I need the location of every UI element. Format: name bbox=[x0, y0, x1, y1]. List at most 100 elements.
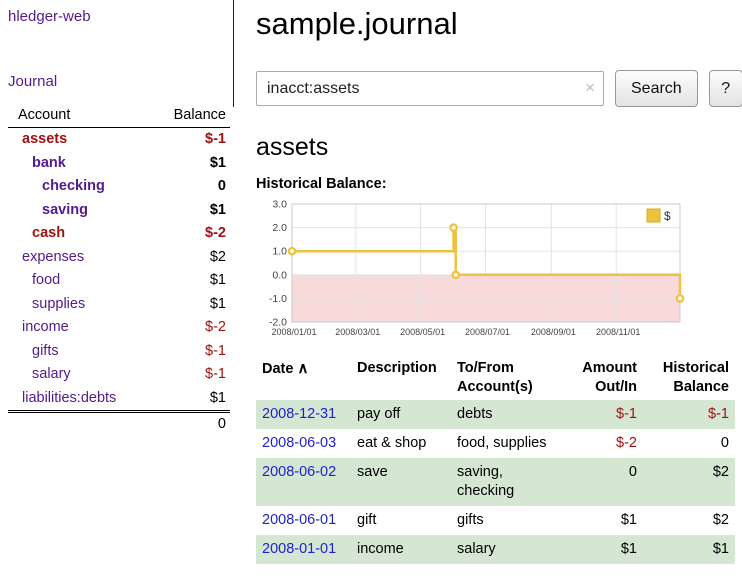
svg-text:2008/07/01: 2008/07/01 bbox=[465, 327, 510, 337]
account-row: food $1 bbox=[8, 269, 230, 293]
transaction-balance: $1 bbox=[643, 535, 735, 564]
transaction-description: gift bbox=[351, 506, 451, 535]
column-header-balance: Historical Balance bbox=[643, 356, 735, 400]
svg-text:0.0: 0.0 bbox=[272, 269, 287, 281]
account-link-liabilities-debts[interactable]: liabilities:debts bbox=[12, 389, 116, 409]
transaction-description: pay off bbox=[351, 400, 451, 429]
search-input[interactable] bbox=[256, 71, 604, 106]
transactions-header-row: Date ∧ Description To/From Account(s) Am… bbox=[256, 356, 735, 400]
transaction-accounts: debts bbox=[451, 400, 563, 429]
transaction-accounts: gifts bbox=[451, 506, 563, 535]
transaction-date-link[interactable]: 2008-06-03 bbox=[262, 435, 336, 451]
help-button[interactable]: ? bbox=[709, 70, 742, 107]
transaction-amount: $-2 bbox=[563, 429, 643, 458]
transaction-date-link[interactable]: 2008-01-01 bbox=[262, 541, 336, 557]
svg-text:1.0: 1.0 bbox=[272, 246, 287, 258]
svg-text:2008/11/01: 2008/11/01 bbox=[596, 327, 640, 337]
svg-text:$: $ bbox=[664, 209, 671, 223]
account-heading: assets bbox=[256, 133, 742, 162]
account-row: income $-2 bbox=[8, 316, 230, 340]
account-row: assets $-1 bbox=[8, 128, 230, 152]
page-title: sample.journal bbox=[256, 6, 742, 42]
account-link-bank[interactable]: bank bbox=[12, 154, 66, 174]
main-content: sample.journal × Search ? assets Histori… bbox=[240, 0, 742, 564]
total-balance: 0 bbox=[218, 416, 226, 432]
account-balance: $1 bbox=[210, 271, 226, 291]
svg-text:2008/01/01: 2008/01/01 bbox=[271, 327, 316, 337]
svg-text:-1.0: -1.0 bbox=[269, 293, 287, 305]
transaction-amount: 0 bbox=[563, 458, 643, 506]
account-link-expenses[interactable]: expenses bbox=[12, 248, 84, 268]
account-link-assets[interactable]: assets bbox=[12, 130, 67, 150]
svg-text:3.0: 3.0 bbox=[272, 199, 287, 211]
transaction-row: 2008-12-31 pay off debts $-1 $-1 bbox=[256, 400, 735, 429]
account-balance: 0 bbox=[218, 177, 226, 197]
chart-title: Historical Balance: bbox=[256, 176, 742, 192]
account-link-saving[interactable]: saving bbox=[12, 201, 88, 221]
account-link-checking[interactable]: checking bbox=[12, 177, 105, 197]
total-row: 0 bbox=[8, 410, 230, 435]
account-row: cash $-2 bbox=[8, 222, 230, 246]
clear-search-icon[interactable]: × bbox=[585, 78, 595, 98]
transactions-table: Date ∧ Description To/From Account(s) Am… bbox=[256, 356, 735, 564]
transaction-row: 2008-06-02 save saving, checking 0 $2 bbox=[256, 458, 735, 506]
account-row: liabilities:debts $1 bbox=[8, 387, 230, 411]
search-box: × bbox=[256, 71, 604, 106]
account-table-header: Account Balance bbox=[8, 104, 230, 128]
account-balance: $-2 bbox=[205, 318, 226, 338]
transaction-balance: $-1 bbox=[643, 400, 735, 429]
account-column-header: Account bbox=[18, 107, 70, 123]
date-header-label: Date bbox=[262, 361, 293, 377]
account-link-cash[interactable]: cash bbox=[12, 224, 65, 244]
sidebar-divider bbox=[233, 0, 234, 107]
svg-text:2008/09/01: 2008/09/01 bbox=[531, 327, 576, 337]
account-link-salary[interactable]: salary bbox=[12, 365, 71, 385]
account-balance: $-1 bbox=[205, 130, 226, 150]
transaction-row: 2008-01-01 income salary $1 $1 bbox=[256, 535, 735, 564]
account-balance: $1 bbox=[210, 201, 226, 221]
column-header-date[interactable]: Date ∧ bbox=[256, 356, 351, 400]
historical-balance-chart: 3.02.01.00.0-1.0-2.02008/01/012008/03/01… bbox=[256, 196, 686, 344]
account-balance-table: Account Balance assets $-1 bank $1 check… bbox=[8, 104, 230, 435]
account-row: gifts $-1 bbox=[8, 340, 230, 364]
transaction-balance: $2 bbox=[643, 458, 735, 506]
balance-column-header: Balance bbox=[174, 107, 226, 123]
search-form: × Search ? bbox=[256, 70, 742, 107]
sidebar: hledger-web Journal Account Balance asse… bbox=[0, 0, 240, 564]
account-row: bank $1 bbox=[8, 152, 230, 176]
column-header-amount: Amount Out/In bbox=[563, 356, 643, 400]
account-link-supplies[interactable]: supplies bbox=[12, 295, 85, 315]
column-header-accounts: To/From Account(s) bbox=[451, 356, 563, 400]
sort-asc-icon: ∧ bbox=[297, 360, 308, 377]
transaction-date-link[interactable]: 2008-06-02 bbox=[262, 464, 336, 480]
transaction-date-link[interactable]: 2008-12-31 bbox=[262, 406, 336, 422]
account-link-income[interactable]: income bbox=[12, 318, 69, 338]
account-link-gifts[interactable]: gifts bbox=[12, 342, 59, 362]
transaction-accounts: food, supplies bbox=[451, 429, 563, 458]
account-balance: $2 bbox=[210, 248, 226, 268]
transaction-balance: 0 bbox=[643, 429, 735, 458]
sidebar-item-journal[interactable]: Journal bbox=[8, 73, 57, 90]
transaction-description: eat & shop bbox=[351, 429, 451, 458]
transaction-date-link[interactable]: 2008-06-01 bbox=[262, 512, 336, 528]
column-header-description: Description bbox=[351, 356, 451, 400]
account-balance: $-1 bbox=[205, 365, 226, 385]
app-title-link[interactable]: hledger-web bbox=[8, 8, 91, 25]
transaction-description: income bbox=[351, 535, 451, 564]
account-row: salary $-1 bbox=[8, 363, 230, 387]
transaction-row: 2008-06-03 eat & shop food, supplies $-2… bbox=[256, 429, 735, 458]
account-balance: $-2 bbox=[205, 224, 226, 244]
account-balance: $1 bbox=[210, 389, 226, 409]
svg-text:2008/03/01: 2008/03/01 bbox=[335, 327, 380, 337]
svg-text:2.0: 2.0 bbox=[272, 222, 287, 234]
account-balance: $-1 bbox=[205, 342, 226, 362]
account-row: checking 0 bbox=[8, 175, 230, 199]
account-link-food[interactable]: food bbox=[12, 271, 60, 291]
search-button[interactable]: Search bbox=[615, 70, 698, 107]
transaction-accounts: saving, checking bbox=[451, 458, 563, 506]
account-row: supplies $1 bbox=[8, 293, 230, 317]
transaction-description: save bbox=[351, 458, 451, 506]
account-row: saving $1 bbox=[8, 199, 230, 223]
account-balance: $1 bbox=[210, 154, 226, 174]
page: hledger-web Journal Account Balance asse… bbox=[0, 0, 742, 564]
